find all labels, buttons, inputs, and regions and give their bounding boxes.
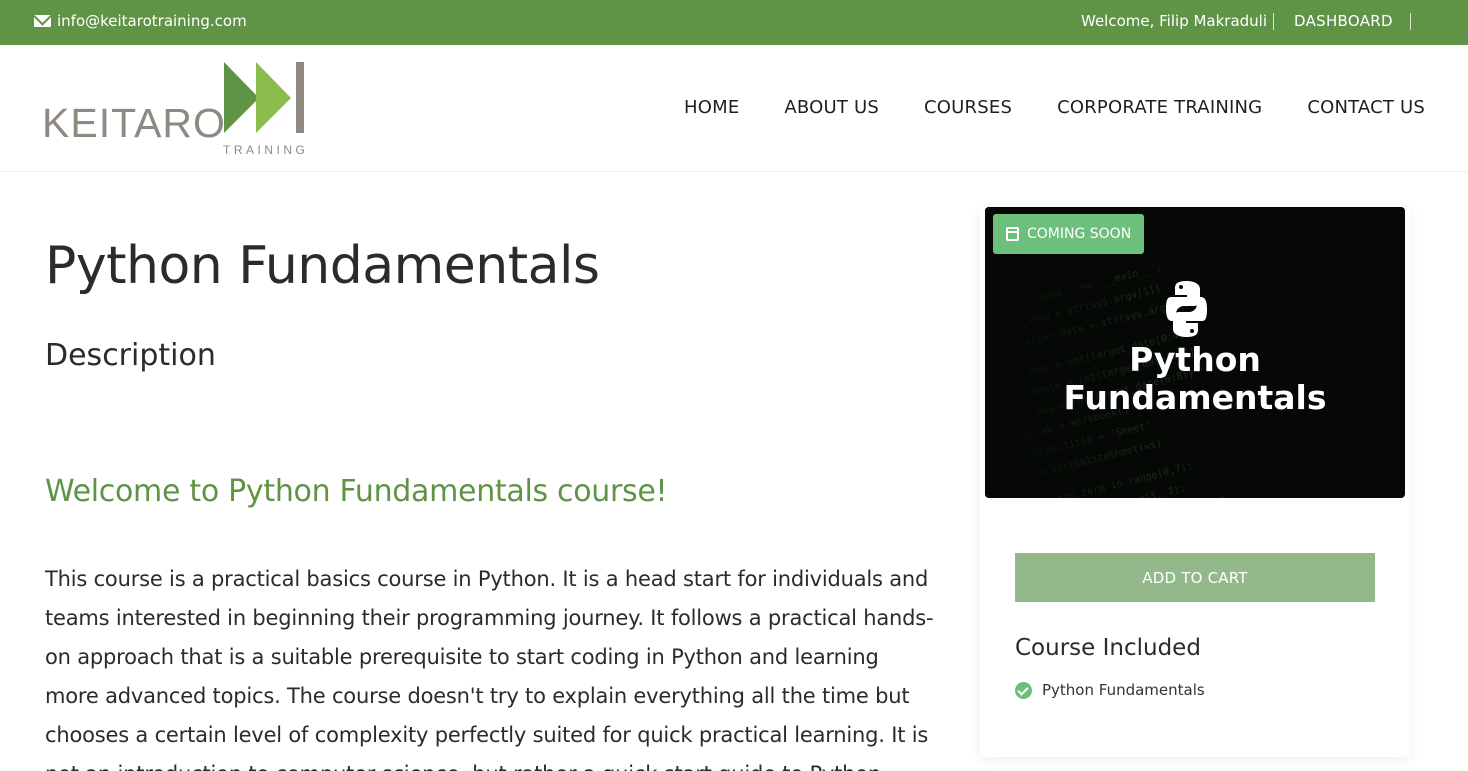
calendar-icon xyxy=(1006,227,1019,241)
add-to-cart-button[interactable]: ADD TO CART xyxy=(1015,553,1375,602)
course-thumbnail[interactable]: if __name__ == '__main__': s_area = str(… xyxy=(985,207,1405,498)
top-bar: info@keitarotraining.com Welcome, Filip … xyxy=(0,0,1468,45)
keitaro-logo[interactable]: KEITARO TRAINING xyxy=(42,62,312,157)
contact-email[interactable]: info@keitarotraining.com xyxy=(34,12,247,30)
description-heading: Description xyxy=(45,338,216,373)
main-nav: HOME ABOUT US COURSES CORPORATE TRAINING… xyxy=(684,97,1425,118)
site-header: KEITARO TRAINING HOME ABOUT US COURSES C… xyxy=(0,45,1468,172)
coming-soon-badge: COMING SOON xyxy=(993,214,1145,254)
keitaro-logo-mark: KEITARO TRAINING xyxy=(42,62,308,157)
thumbnail-title-line1: Python xyxy=(1129,340,1261,379)
welcome-heading: Welcome to Python Fundamentals course! xyxy=(45,474,668,509)
envelope-icon xyxy=(34,15,51,27)
dashboard-link[interactable]: DASHBOARD xyxy=(1294,12,1393,30)
divider xyxy=(1410,13,1411,30)
divider xyxy=(1273,13,1274,30)
course-card: if __name__ == '__main__': s_area = str(… xyxy=(980,207,1410,757)
nav-contact-us[interactable]: CONTACT US xyxy=(1307,97,1425,118)
logo-subtitle-text: TRAINING xyxy=(223,143,308,157)
nav-home[interactable]: HOME xyxy=(684,97,739,118)
nav-courses[interactable]: COURSES xyxy=(924,97,1012,118)
check-circle-icon xyxy=(1015,681,1032,699)
course-included-heading: Course Included xyxy=(1015,635,1201,661)
logo-brand-text: KEITARO xyxy=(42,100,226,146)
page-title: Python Fundamentals xyxy=(45,236,600,296)
thumbnail-title-line2: Fundamentals xyxy=(1063,378,1327,417)
included-course-label: Python Fundamentals xyxy=(1042,681,1205,699)
welcome-user: Welcome, Filip Makraduli xyxy=(1081,12,1268,30)
nav-corporate-training[interactable]: CORPORATE TRAINING xyxy=(1057,97,1262,118)
included-course-item: Python Fundamentals xyxy=(1015,681,1205,699)
course-description: This course is a practical basics course… xyxy=(45,567,934,771)
coming-soon-text: COMING SOON xyxy=(1027,226,1132,242)
nav-about-us[interactable]: ABOUT US xyxy=(784,97,879,118)
contact-email-text[interactable]: info@keitarotraining.com xyxy=(57,12,247,30)
